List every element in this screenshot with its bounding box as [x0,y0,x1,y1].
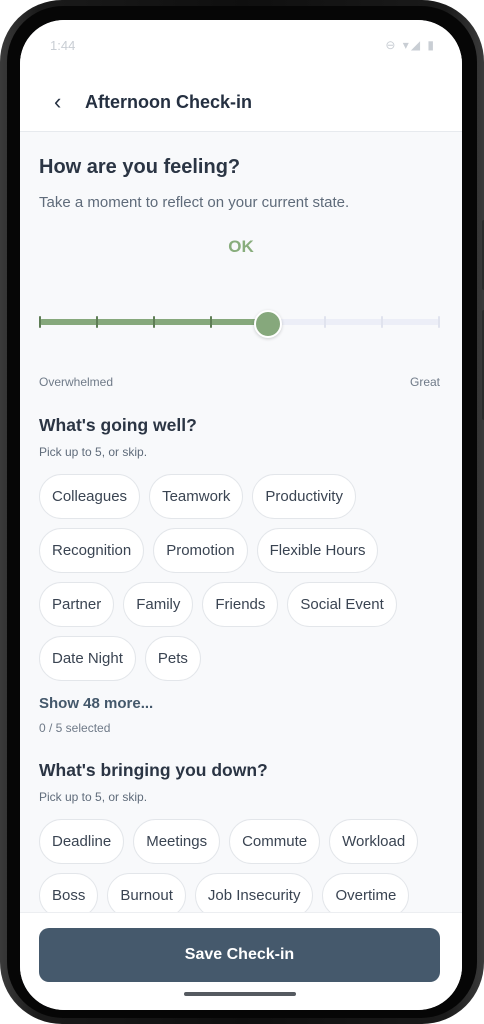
status-time: 1:44 [50,38,76,53]
chip-recognition[interactable]: Recognition [39,528,145,573]
chevron-left-icon[interactable]: ‹ [54,90,74,114]
slider-thumb[interactable] [253,310,282,338]
slider-tick [96,316,98,328]
page-title: Afternoon Check-in [85,92,253,112]
bringing-down-chips: Deadline Meetings Commute Workload Boss Burno… [39,819,449,927]
status-bar: 1:44 ⊖ ▾◢ ▮ [20,20,462,74]
chip-date-night[interactable]: Date Night [39,636,136,681]
bringing-down-hint: Pick up to 5, or skip. [39,790,148,804]
chip-promotion[interactable]: Promotion [153,528,248,573]
going-well-chips: Colleagues Teamwork Productivity Recognitio… [39,474,449,690]
show-more-link[interactable]: Show 48 more... [39,695,153,712]
feeling-subtitle: Take a moment to reflect on your current… [39,194,350,211]
chip-row: Partner Family Friends Social Event [39,582,449,627]
feeling-heading: How are you feeling? [39,156,241,178]
mood-label: OK [228,237,254,256]
chip-row: Recognition Promotion Flexible Hours [39,528,449,573]
chip-meetings[interactable]: Meetings [133,819,221,864]
chip-productivity[interactable]: Productivity [252,474,356,519]
chip-flexible-hours[interactable]: Flexible Hours [256,528,379,573]
slider-tick [153,316,155,328]
chip-deadline[interactable]: Deadline [39,819,125,864]
mood-slider[interactable] [39,307,440,338]
slider-tick [210,316,212,328]
chip-row: Date Night Pets [39,636,449,681]
chip-row: Colleagues Teamwork Productivity [39,474,449,519]
going-well-heading: What's going well? [39,415,197,435]
chip-commute[interactable]: Commute [229,819,321,864]
chip-colleagues[interactable]: Colleagues [39,474,141,519]
slider-tick [438,316,440,328]
selected-count: 0 / 5 selected [39,721,111,735]
chip-partner[interactable]: Partner [39,582,115,627]
screen: 1:44 ⊖ ▾◢ ▮ ‹ Afternoon Check-in How are… [20,20,462,1010]
chip-workload[interactable]: Workload [329,819,419,864]
save-button[interactable]: Save Check-in [39,928,440,982]
status-icons: ⊖ ▾◢ ▮ [385,38,436,52]
check-in-content: How are you feeling? Take a moment to re… [20,132,462,918]
slider-tick [39,316,41,328]
chip-social-event[interactable]: Social Event [287,582,397,627]
chip-friends[interactable]: Friends [202,582,279,627]
home-indicator[interactable] [184,992,296,996]
going-well-hint: Pick up to 5, or skip. [39,445,148,459]
footer-bar: Save Check-in [20,912,462,1010]
slider-min-label: Overwhelmed [39,375,114,389]
chip-pets[interactable]: Pets [144,636,201,681]
app-bar: ‹ Afternoon Check-in [20,74,462,132]
bringing-down-heading: What's bringing you down? [39,760,268,780]
chip-row: Deadline Meetings Commute Workload [39,819,449,864]
chip-family[interactable]: Family [123,582,194,627]
chip-teamwork[interactable]: Teamwork [149,474,244,519]
slider-tick [324,316,326,328]
phone-frame: 1:44 ⊖ ▾◢ ▮ ‹ Afternoon Check-in How are… [0,0,484,1024]
slider-tick [381,316,383,328]
slider-max-label: Great [409,375,440,389]
